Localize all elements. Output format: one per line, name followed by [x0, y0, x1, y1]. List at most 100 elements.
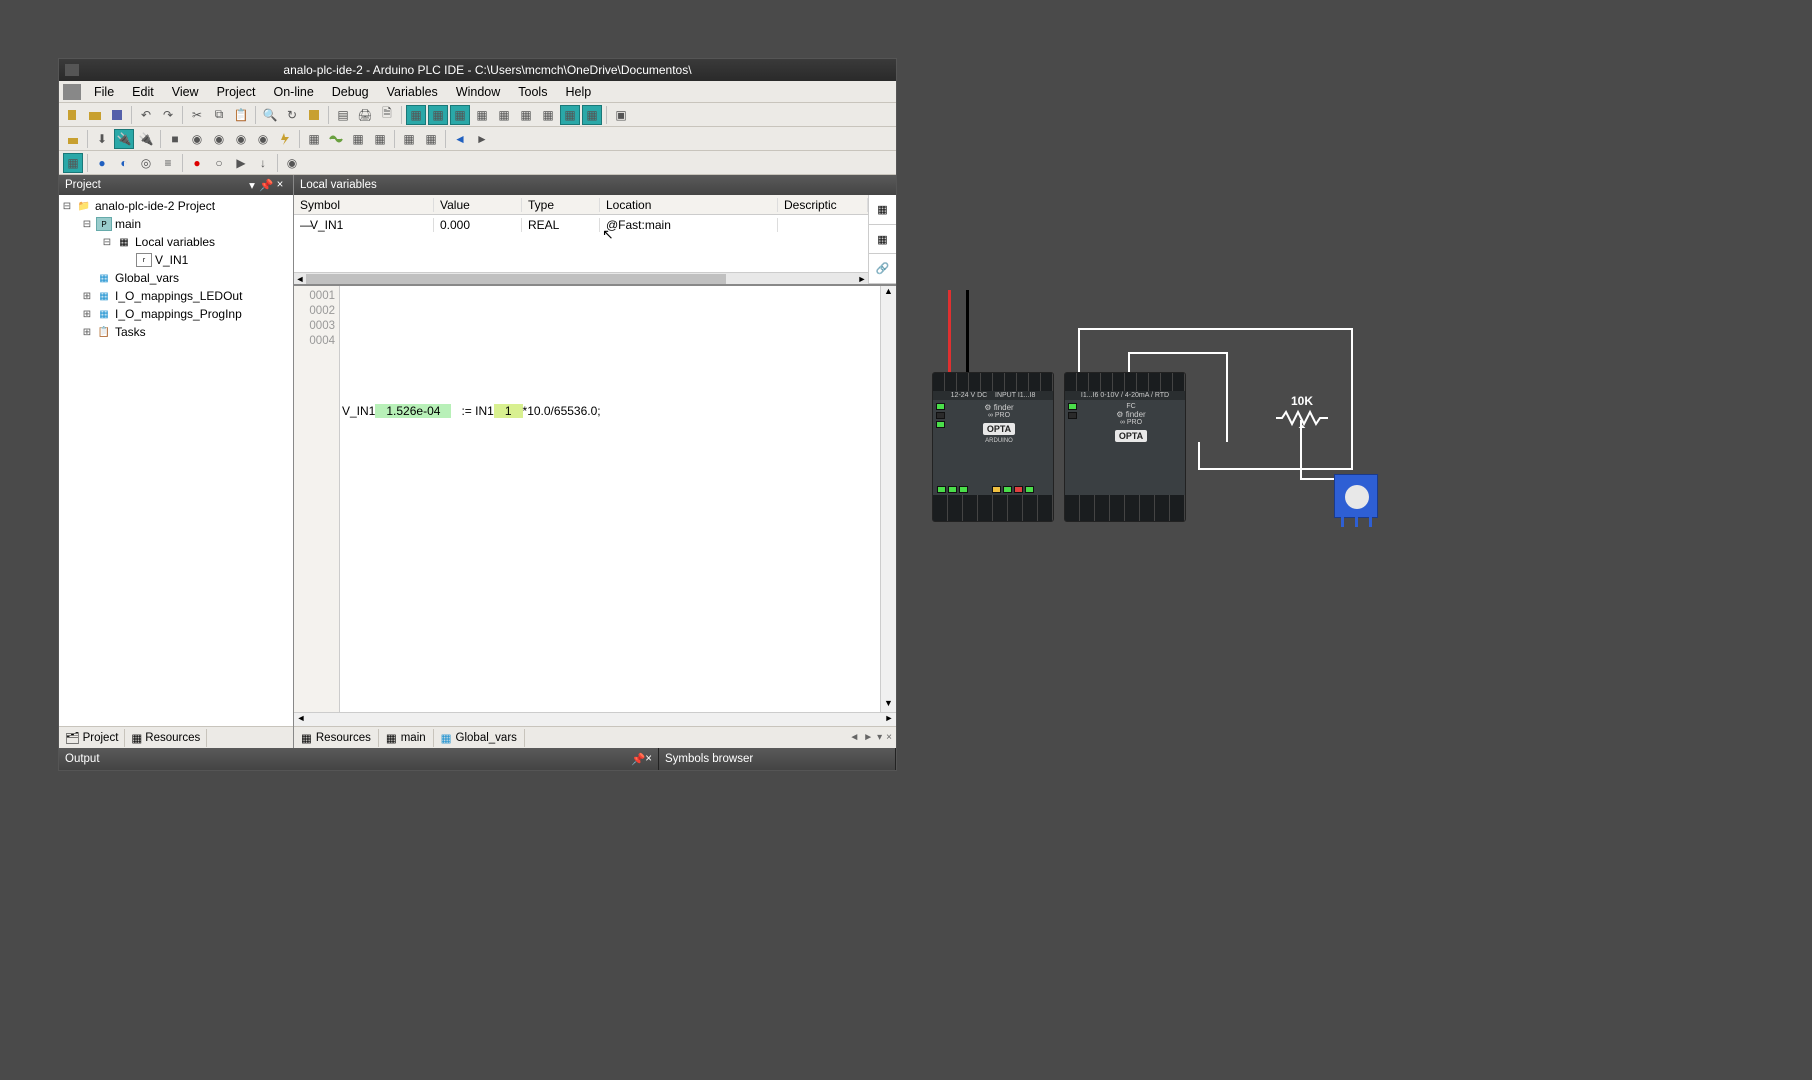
record-icon[interactable]: ● — [187, 153, 207, 173]
live-debug-icon[interactable]: ▦ — [63, 153, 83, 173]
scroll-down-icon[interactable]: ▼ — [881, 698, 896, 712]
tree-expand-icon[interactable]: ⊞ — [81, 327, 93, 338]
scroll-thumb[interactable] — [306, 274, 726, 284]
tab-resources[interactable]: ▦Resources — [125, 729, 207, 747]
tab-prev-icon[interactable]: ◄ — [849, 732, 859, 743]
find-next-icon[interactable]: ↻ — [282, 105, 302, 125]
disconnect-icon[interactable]: 🔌 — [136, 129, 156, 149]
tree-expand-icon[interactable]: ⊞ — [81, 291, 93, 302]
tab-next-icon[interactable]: ► — [863, 732, 873, 743]
preview-icon[interactable]: 🗎 — [377, 105, 397, 125]
col-type[interactable]: Type — [522, 198, 600, 212]
locals-grid1-icon[interactable]: ▦ — [869, 195, 896, 225]
compile-icon[interactable] — [63, 129, 83, 149]
menu-help[interactable]: Help — [556, 85, 600, 99]
code-body[interactable]: V_IN1 1.526e-04 := IN1 1 *10.0/65536.0; — [340, 286, 880, 712]
tree-localvars[interactable]: Local variables — [135, 235, 219, 249]
bp-remove-icon[interactable]: ◐ — [114, 153, 134, 173]
locals-row[interactable]: —V_IN1 0.000 REAL @Fast:main — [294, 215, 868, 235]
view-target-icon[interactable]: ▦ — [494, 105, 514, 125]
etab-resources[interactable]: ▦Resources — [294, 729, 379, 747]
filter-icon[interactable]: ◉ — [282, 153, 302, 173]
reboot-icon[interactable]: ◉ — [253, 129, 273, 149]
tab-project[interactable]: 🗂Project — [59, 729, 125, 747]
locals-hscroll[interactable]: ◄ ► — [294, 272, 868, 284]
run-icon[interactable]: ▶ — [231, 153, 251, 173]
view-xref-icon[interactable]: ▦ — [516, 105, 536, 125]
menu-tools[interactable]: Tools — [509, 85, 556, 99]
tree-collapse-icon[interactable]: ⊟ — [101, 237, 113, 248]
tree-vin1[interactable]: V_IN1 — [155, 253, 192, 267]
menu-variables[interactable]: Variables — [378, 85, 447, 99]
stop-circle-icon[interactable]: ○ — [209, 153, 229, 173]
project-pin-icon[interactable]: ▾ — [245, 178, 259, 192]
project-tree[interactable]: ⊟ 📁 analo-plc-ide-2 Project ⊟ P main ⊟ ▦… — [59, 195, 293, 726]
save-icon[interactable] — [107, 105, 127, 125]
tree-io-led[interactable]: I_O_mappings_LEDOut — [115, 289, 246, 303]
tree-tasks[interactable]: Tasks — [115, 325, 150, 339]
tree-collapse-icon[interactable]: ⊟ — [81, 219, 93, 230]
print-icon[interactable]: 🖨 — [355, 105, 375, 125]
hot-icon[interactable]: ◉ — [231, 129, 251, 149]
cold-icon[interactable]: ◉ — [187, 129, 207, 149]
force-io-icon[interactable]: ▦ — [348, 129, 368, 149]
replace-icon[interactable] — [304, 105, 324, 125]
menu-project[interactable]: Project — [208, 85, 265, 99]
tree-io-prog[interactable]: I_O_mappings_ProgInp — [115, 307, 246, 321]
cut-icon[interactable]: ✂ — [187, 105, 207, 125]
tree-main[interactable]: main — [115, 217, 145, 231]
locals-grid2-icon[interactable]: ▦ — [869, 225, 896, 255]
nav-back-icon[interactable]: ◄ — [450, 129, 470, 149]
redo-icon[interactable]: ↷ — [158, 105, 178, 125]
menu-debug[interactable]: Debug — [323, 85, 378, 99]
tab-close-icon[interactable]: × — [886, 732, 892, 743]
tree-expand-icon[interactable]: ⊞ — [81, 309, 93, 320]
new-file-icon[interactable] — [63, 105, 83, 125]
download-icon[interactable]: ⬇ — [92, 129, 112, 149]
copy-icon[interactable]: ⧉ — [209, 105, 229, 125]
menu-window[interactable]: Window — [447, 85, 509, 99]
flash-icon[interactable] — [275, 129, 295, 149]
col-description[interactable]: Descriptic — [778, 198, 868, 212]
grid1-icon[interactable]: ▦ — [399, 129, 419, 149]
scroll-right-icon[interactable]: ► — [856, 274, 868, 284]
grid2-icon[interactable]: ▦ — [421, 129, 441, 149]
connect-icon[interactable]: 🔌 — [114, 129, 134, 149]
view-globals-icon[interactable]: ▦ — [582, 105, 602, 125]
tree-global[interactable]: Global_vars — [115, 271, 183, 285]
oscilloscope-icon[interactable] — [326, 129, 346, 149]
nav-fwd-icon[interactable]: ► — [472, 129, 492, 149]
menu-view[interactable]: View — [163, 85, 208, 99]
scroll-right-icon[interactable]: ► — [882, 713, 896, 726]
etab-main[interactable]: ▦main — [379, 729, 434, 747]
code-editor[interactable]: 0001 0002 0003 0004 V_IN1 1.526e-04 := I… — [294, 285, 896, 712]
tree-collapse-icon[interactable]: ⊟ — [61, 201, 73, 212]
library-icon[interactable]: ▤ — [333, 105, 353, 125]
trigger-icon[interactable]: ▦ — [370, 129, 390, 149]
scroll-left-icon[interactable]: ◄ — [294, 274, 306, 284]
locals-link-icon[interactable]: 🔗 — [869, 254, 896, 284]
step-into-icon[interactable]: ↓ — [253, 153, 273, 173]
open-file-icon[interactable] — [85, 105, 105, 125]
bp-list-icon[interactable]: ≡ — [158, 153, 178, 173]
undo-icon[interactable]: ↶ — [136, 105, 156, 125]
menu-online[interactable]: On-line — [264, 85, 322, 99]
scroll-left-icon[interactable]: ◄ — [294, 713, 308, 726]
etab-global[interactable]: ▦Global_vars — [434, 729, 525, 747]
col-location[interactable]: Location — [600, 198, 778, 212]
editor-vscroll[interactable]: ▲ ▼ — [880, 286, 896, 712]
halt-icon[interactable]: ■ — [165, 129, 185, 149]
paste-icon[interactable]: 📋 — [231, 105, 251, 125]
watch-add-icon[interactable]: ▦ — [304, 129, 324, 149]
view-watch-icon[interactable]: ▦ — [472, 105, 492, 125]
view-output-icon[interactable]: ▦ — [450, 105, 470, 125]
menu-file[interactable]: File — [85, 85, 123, 99]
tree-root[interactable]: analo-plc-ide-2 Project — [95, 199, 219, 213]
col-value[interactable]: Value — [434, 198, 522, 212]
output-close-icon[interactable]: × — [645, 753, 652, 765]
bp-add-icon[interactable]: ● — [92, 153, 112, 173]
menu-edit[interactable]: Edit — [123, 85, 163, 99]
close-icon[interactable]: × — [273, 179, 287, 191]
scroll-up-icon[interactable]: ▲ — [881, 286, 896, 300]
warm-icon[interactable]: ◉ — [209, 129, 229, 149]
